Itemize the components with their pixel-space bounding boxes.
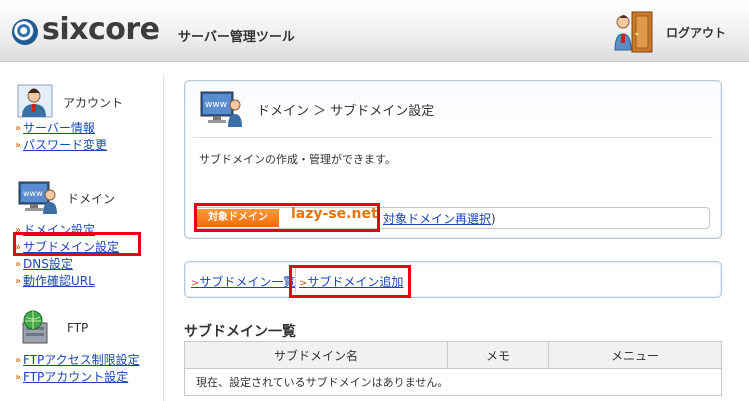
table-row: 現在、設定されているサブドメインはありません。 bbox=[184, 368, 722, 396]
sidebar-group-label-ftp: FTP bbox=[67, 321, 89, 335]
highlight-target-domain bbox=[194, 203, 380, 232]
arrow-icon: » bbox=[15, 372, 22, 383]
page-title: ドメイン ＞ サブドメイン設定 bbox=[257, 104, 435, 119]
sidebar: アカウント » サーバー情報 » パスワード変更 www ドメイン » ドメイン設定 bbox=[0, 62, 165, 401]
sidebar-group-header: アカウント bbox=[17, 84, 123, 120]
sidebar-group-header: FTP bbox=[17, 310, 140, 346]
empty-message: 現在、設定されているサブドメインはありません。 bbox=[184, 368, 722, 396]
logo-text: sixcore bbox=[42, 12, 160, 47]
sidebar-group-label-domain: ドメイン bbox=[67, 191, 116, 206]
www-monitor-icon: www bbox=[17, 180, 57, 217]
logout-button[interactable]: ログアウト bbox=[612, 10, 726, 54]
arrow-icon: » bbox=[15, 140, 22, 151]
section-title: サブドメイン一覧 bbox=[184, 324, 296, 340]
svg-text:www: www bbox=[23, 189, 43, 198]
sidebar-group-account: アカウント » サーバー情報 » パスワード変更 bbox=[15, 84, 123, 154]
arrow-icon: » bbox=[15, 259, 22, 270]
arrow-icon: » bbox=[15, 276, 22, 287]
arrow-icon: » bbox=[15, 355, 22, 366]
highlight-subdomain-add bbox=[289, 265, 411, 298]
column-header-menu: メニュー bbox=[548, 341, 722, 369]
sidebar-link-server-info[interactable]: » サーバー情報 bbox=[15, 120, 123, 137]
sidebar-link-dns-settings[interactable]: » DNS設定 bbox=[15, 256, 119, 273]
app-header: sixcore サーバー管理ツール ログアウト bbox=[0, 0, 749, 62]
subdomain-tabs-panel: >サブドメイン一覧 >サブドメイン追加 bbox=[184, 261, 722, 298]
sidebar-divider bbox=[163, 74, 164, 401]
column-header-subdomain-name: サブドメイン名 bbox=[184, 341, 448, 369]
panel-header: www ドメイン ＞ サブドメイン設定 bbox=[199, 89, 434, 130]
sidebar-link-password-change[interactable]: » パスワード変更 bbox=[15, 137, 123, 154]
logout-label: ログアウト bbox=[666, 25, 727, 40]
subdomain-table: サブドメイン名 メモ メニュー 現在、設定されているサブドメインはありません。 bbox=[184, 341, 722, 396]
panel-divider bbox=[193, 137, 713, 138]
sidebar-group-label-account: アカウント bbox=[63, 95, 124, 110]
sidebar-link-check-url[interactable]: » 動作確認URL bbox=[15, 273, 119, 290]
sidebar-link-ftp-access-restriction[interactable]: » FTPアクセス制限設定 bbox=[15, 352, 140, 369]
svg-text:www: www bbox=[205, 100, 227, 110]
sidebar-group-ftp: FTP » FTPアクセス制限設定 » FTPアカウント設定 bbox=[15, 310, 140, 386]
arrow-icon: » bbox=[15, 123, 22, 134]
sidebar-link-ftp-account-settings[interactable]: » FTPアカウント設定 bbox=[15, 369, 140, 386]
page-description: サブドメインの作成・管理ができます。 bbox=[199, 153, 396, 166]
tab-subdomain-list[interactable]: >サブドメイン一覧 bbox=[191, 273, 295, 290]
domain-reselect: 対象ドメイン再選択) bbox=[383, 210, 496, 227]
ftp-globe-icon bbox=[17, 309, 57, 348]
highlight-subdomain-settings bbox=[13, 232, 141, 256]
subdomain-settings-panel: www ドメイン ＞ サブドメイン設定 サブドメインの作成・管理ができます。 対… bbox=[184, 80, 722, 239]
sixcore-logo-icon bbox=[12, 19, 38, 45]
table-header-row: サブドメイン名 メモ メニュー bbox=[184, 341, 722, 369]
column-header-memo: メモ bbox=[447, 341, 549, 369]
domain-reselect-link[interactable]: 対象ドメイン再選択 bbox=[383, 212, 491, 226]
user-icon bbox=[17, 84, 53, 121]
reselect-suffix: ) bbox=[491, 212, 496, 226]
sidebar-group-header: www ドメイン bbox=[17, 180, 119, 216]
www-monitor-icon: www bbox=[199, 89, 243, 130]
logout-door-icon bbox=[612, 10, 656, 54]
logo-subtitle: サーバー管理ツール bbox=[178, 30, 295, 45]
